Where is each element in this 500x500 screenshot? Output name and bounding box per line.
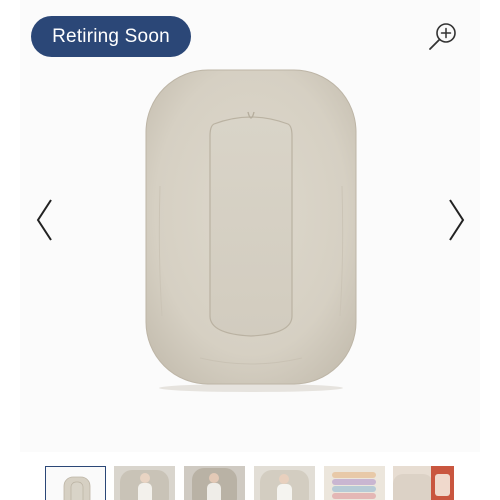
chevron-left-icon <box>36 199 52 241</box>
zoom-in-icon <box>429 23 456 50</box>
product-gallery-page: Retiring Soon <box>0 0 500 500</box>
thumbnail-image <box>254 466 315 500</box>
chevron-right-icon <box>449 199 465 241</box>
thumbnail-strip <box>0 458 500 500</box>
thumbnail-4[interactable] <box>254 466 315 500</box>
previous-image-button[interactable] <box>33 196 57 244</box>
status-badge: Retiring Soon <box>31 16 191 57</box>
thumbnail-5[interactable] <box>324 466 385 500</box>
thumbnail-2[interactable] <box>114 466 175 500</box>
zoom-button[interactable] <box>426 20 460 54</box>
product-image[interactable] <box>140 66 362 392</box>
thumbnail-image <box>184 466 245 500</box>
thumbnail-3[interactable] <box>184 466 245 500</box>
thumbnail-6[interactable] <box>393 466 454 500</box>
thumbnail-image <box>393 466 454 500</box>
thumbnail-image <box>63 476 91 500</box>
thumbnail-image <box>114 466 175 500</box>
thumbnail-1[interactable] <box>45 466 106 500</box>
thumbnail-image <box>324 466 385 500</box>
next-image-button[interactable] <box>444 196 468 244</box>
